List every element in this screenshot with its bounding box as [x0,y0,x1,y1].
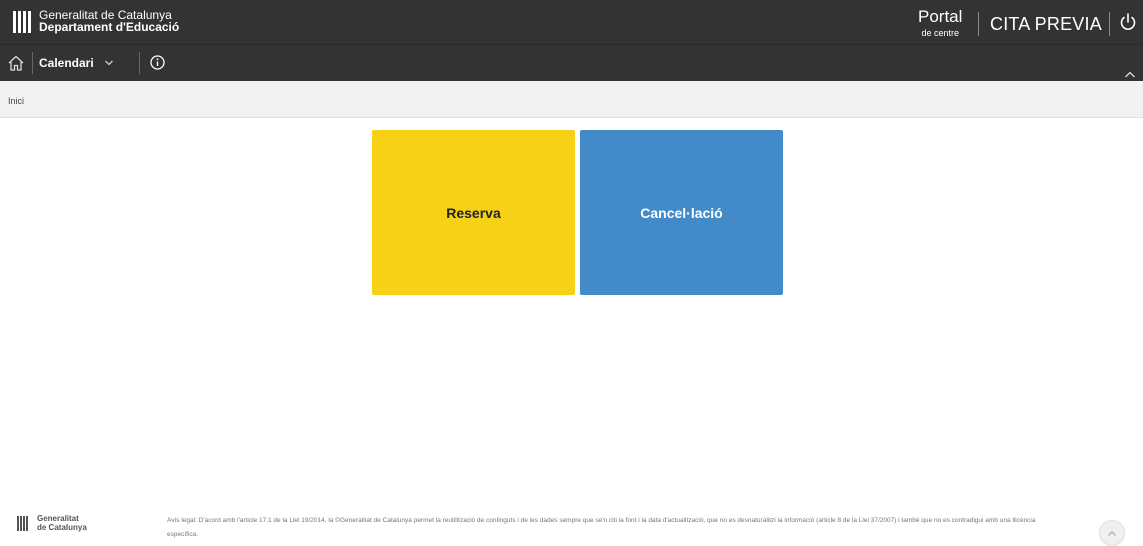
nav-divider [32,52,33,74]
app-title: CITA PREVIA [990,14,1102,34]
chevron-down-icon [104,54,114,72]
portal-subtitle: de centre [921,28,959,38]
home-icon[interactable] [7,54,25,72]
scroll-top-button[interactable] [1099,520,1125,546]
nav-bar: Calendari [0,44,1143,81]
chevron-up-icon [1107,524,1117,542]
portal-title: Portal [918,7,963,26]
info-icon[interactable] [149,54,166,71]
gencat-logo-icon [13,11,32,33]
calendar-menu[interactable]: Calendari [39,53,114,73]
breadcrumb: Inici [0,81,1143,118]
footer-brand-line-1: Generalitat [37,514,79,523]
footer-brand-line-2: de Catalunya [37,523,87,532]
header-divider [1109,12,1110,36]
chevron-up-icon[interactable] [1124,67,1136,78]
footer: Generalitat de Catalunya Avís legal: D'a… [0,500,1143,546]
cancel-tile-label: Cancel·lació [640,204,723,221]
legal-notice: Avís legal: D'acord amb l'article 17.1 d… [167,517,1036,538]
gencat-footer-logo-icon [17,516,31,531]
org-line-2: Departament d'Educació [39,20,180,34]
calendar-menu-label: Calendari [39,56,94,70]
breadcrumb-item-home[interactable]: Inici [8,96,24,106]
reserva-tile-label: Reserva [446,204,501,221]
top-header: Generalitat de Catalunya Departament d'E… [0,0,1143,44]
portal-label: Portal de centre [918,7,963,39]
nav-divider [139,52,140,74]
cancel-tile[interactable]: Cancel·lació [580,130,783,295]
header-divider [978,12,979,36]
power-icon[interactable] [1118,12,1138,32]
organization-name: Generalitat de Catalunya Departament d'E… [39,9,179,33]
footer-brand: Generalitat de Catalunya [37,514,87,532]
reserva-tile[interactable]: Reserva [372,130,575,295]
